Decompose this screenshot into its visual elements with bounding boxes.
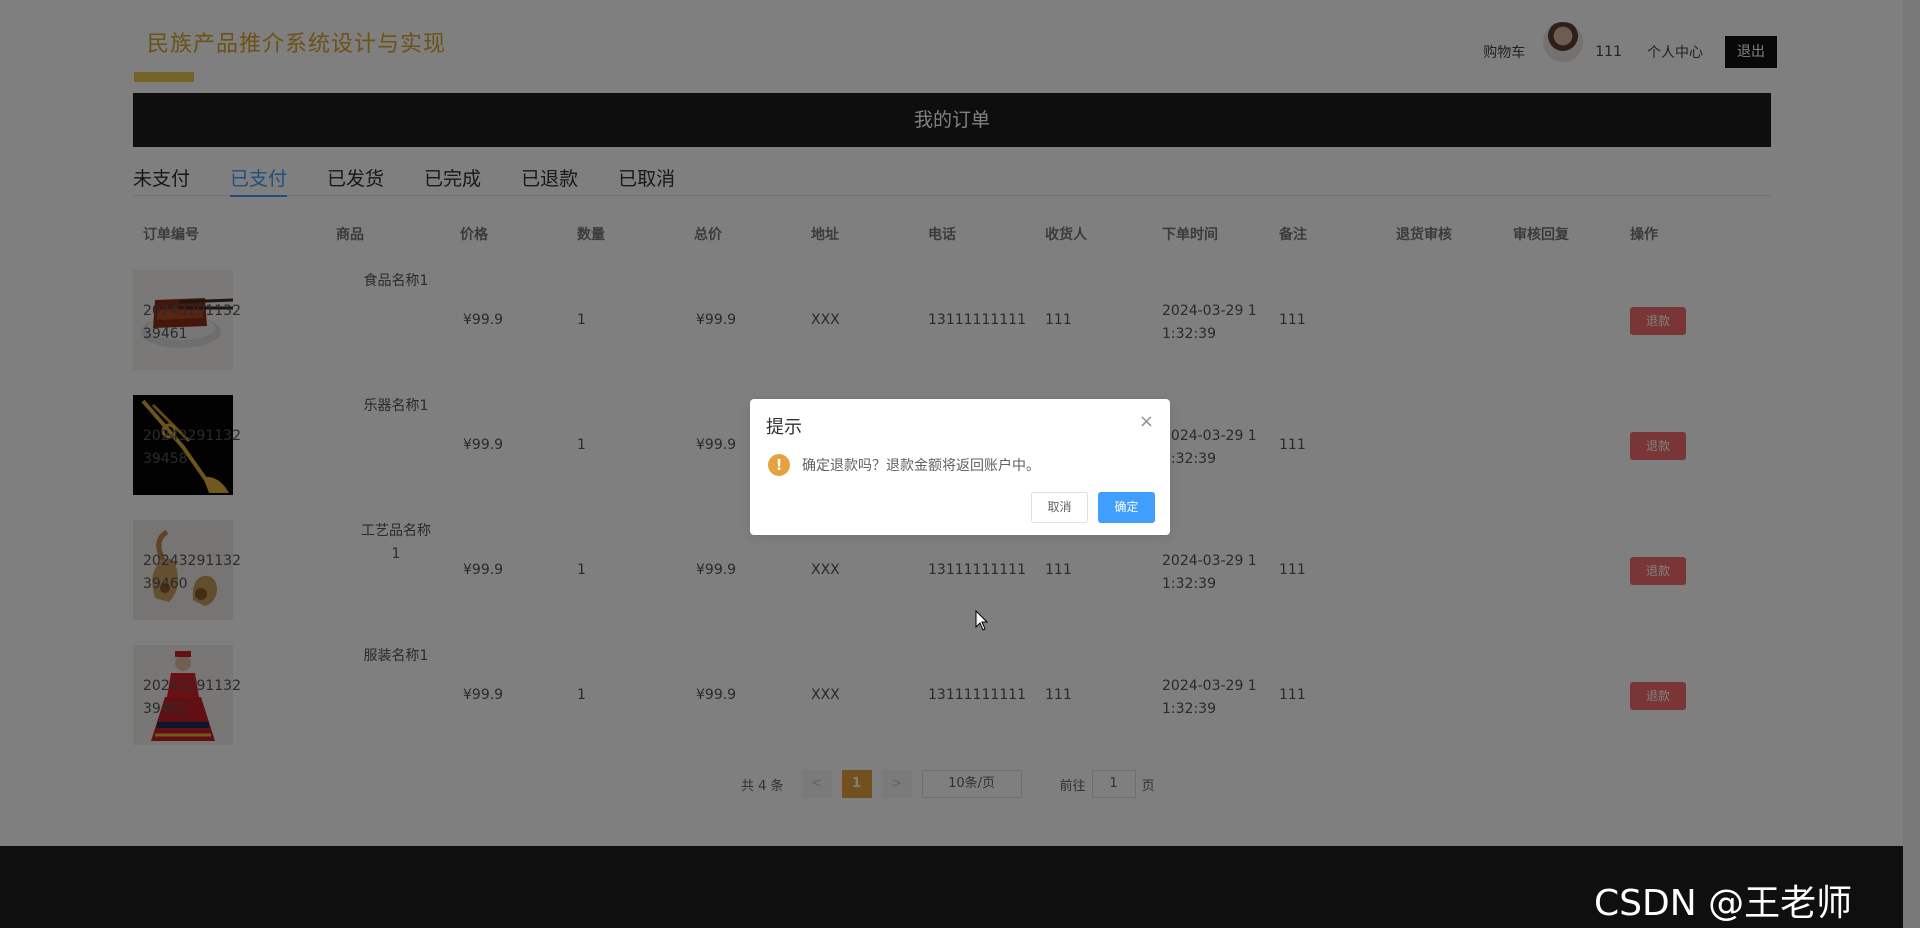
watermark: CSDN @王老师160 bbox=[1594, 883, 1853, 928]
cancel-button[interactable]: 取消 bbox=[1031, 492, 1088, 523]
confirm-dialog: 提示 × ! 确定退款吗？退款金额将返回账户中。 取消 确定 bbox=[750, 399, 1170, 535]
mouse-cursor-icon bbox=[975, 610, 989, 631]
dialog-message: 确定退款吗？退款金额将返回账户中。 bbox=[802, 458, 1040, 474]
confirm-button[interactable]: 确定 bbox=[1098, 492, 1155, 523]
dialog-title: 提示 bbox=[766, 417, 802, 438]
warning-icon: ! bbox=[768, 454, 790, 476]
close-icon[interactable]: × bbox=[1139, 411, 1154, 432]
